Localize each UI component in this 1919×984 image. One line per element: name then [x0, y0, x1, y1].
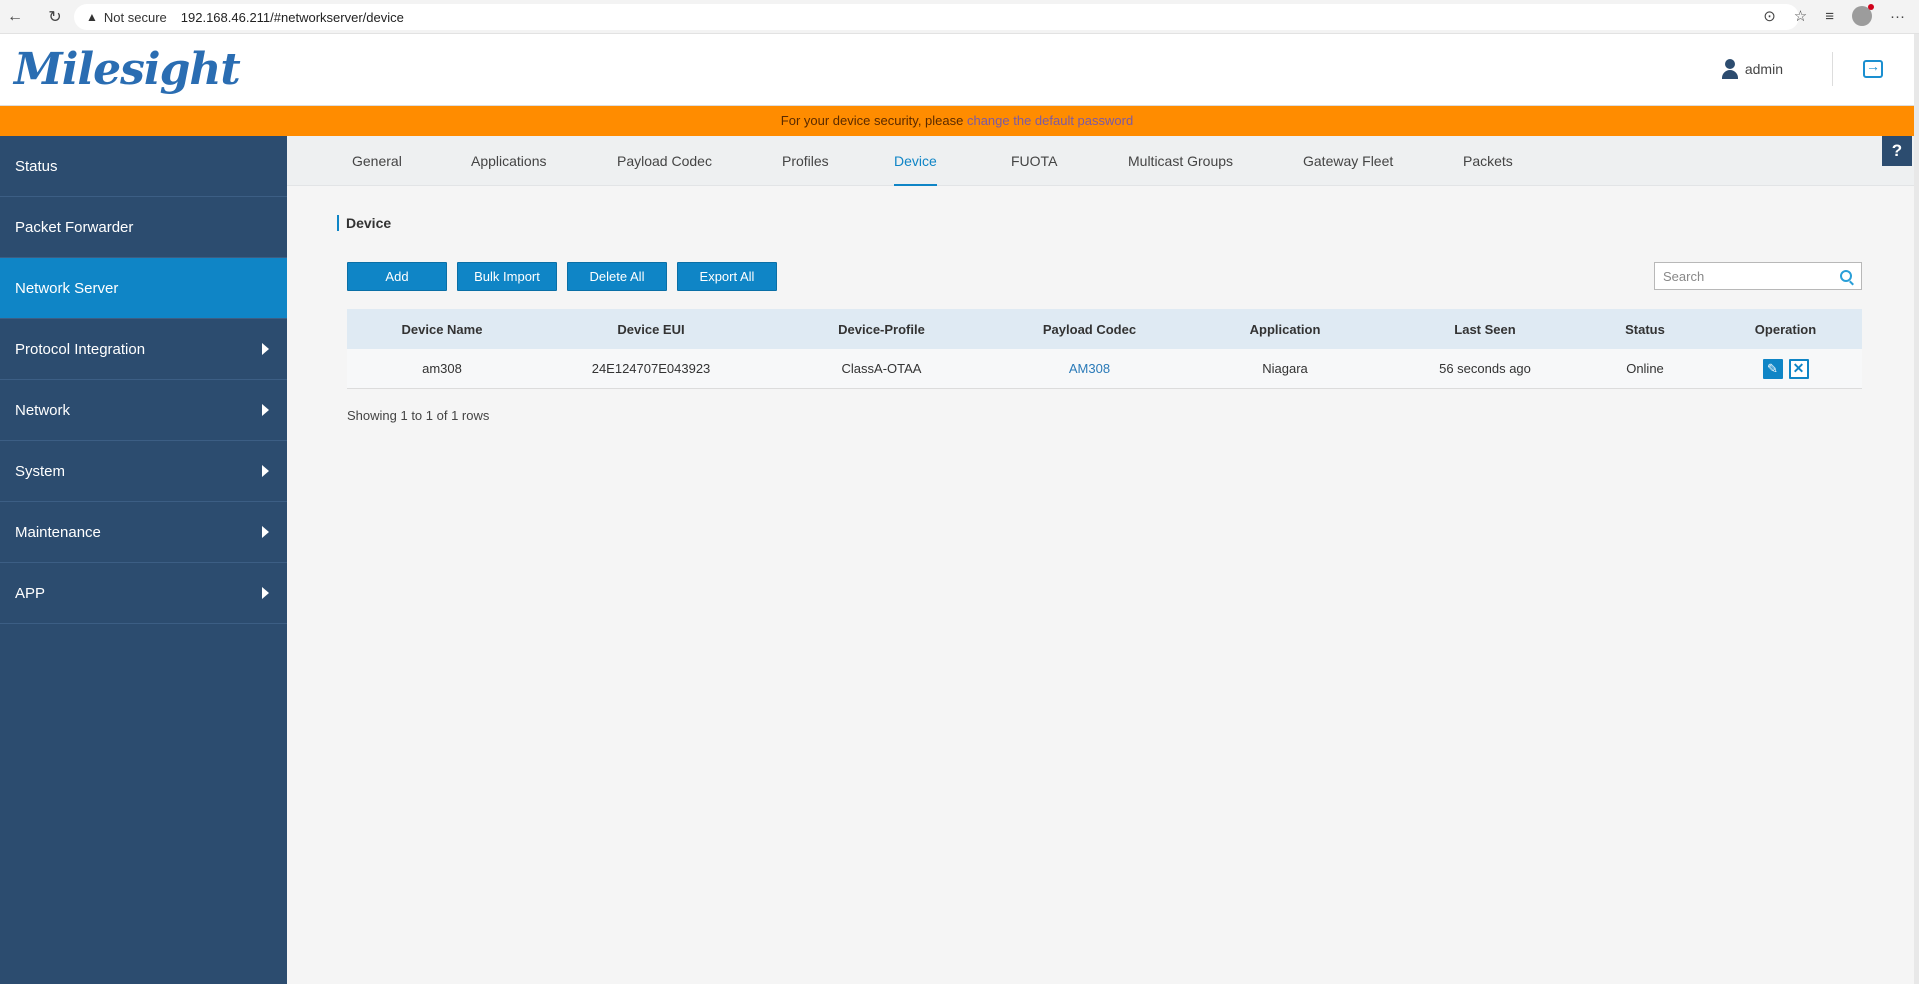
- caret-right-icon: [262, 526, 269, 538]
- browser-toolbar: ← ↻ ▲ Not secure 192.168.46.211/#network…: [0, 0, 1919, 34]
- table-header: Device Name Device EUI Device-Profile Pa…: [347, 309, 1862, 349]
- username: admin: [1744, 61, 1783, 77]
- tab-applications[interactable]: Applications: [471, 136, 547, 186]
- last-seen-cell: 56 seconds ago: [1439, 361, 1531, 376]
- edit-icon[interactable]: ✎: [1762, 358, 1783, 379]
- bulk-import-button[interactable]: Bulk Import: [457, 262, 557, 291]
- banner-text: For your device security, please: [780, 113, 967, 128]
- page-scrollbar[interactable]: [1914, 34, 1919, 984]
- url-text[interactable]: 192.168.46.211/#networkserver/device: [181, 10, 404, 25]
- caret-right-icon: [262, 404, 269, 416]
- reading-icon[interactable]: ⊙: [1763, 7, 1776, 25]
- payload-codec-cell: AM308: [998, 349, 1181, 388]
- header-divider: [1832, 52, 1833, 86]
- tab-general[interactable]: General: [352, 136, 402, 186]
- sidebar-item-label: APP: [15, 584, 46, 602]
- column-header[interactable]: Last Seen: [1389, 309, 1581, 349]
- sidebar-item-label: Status: [15, 157, 58, 175]
- tab-bar: General Applications Payload Codec Profi…: [287, 136, 1914, 186]
- user-menu[interactable]: admin: [1721, 59, 1783, 79]
- main-content: General Applications Payload Codec Profi…: [287, 136, 1914, 984]
- warning-icon: ▲: [86, 10, 98, 24]
- more-icon[interactable]: ···: [1890, 8, 1905, 25]
- tab-payload-codec[interactable]: Payload Codec: [617, 136, 712, 186]
- sidebar-item-label: Maintenance: [15, 523, 101, 541]
- sidebar-item-app[interactable]: APP: [0, 563, 287, 624]
- section-title: Device: [337, 215, 391, 231]
- column-header[interactable]: Device EUI: [537, 309, 765, 349]
- device-name-cell: am308: [422, 361, 462, 376]
- delete-all-button[interactable]: Delete All: [567, 262, 667, 291]
- help-button[interactable]: ?: [1882, 136, 1912, 166]
- security-banner: For your device security, please change …: [0, 106, 1914, 136]
- sidebar-item-label: Network: [15, 401, 71, 419]
- sidebar-item-label: Network Server: [15, 279, 119, 297]
- sidebar-item-protocol-integration[interactable]: Protocol Integration: [0, 319, 287, 380]
- sidebar-item-label: Packet Forwarder: [15, 218, 134, 236]
- status-cell: Online: [1626, 361, 1664, 376]
- pagination-info: Showing 1 to 1 of 1 rows: [347, 408, 490, 423]
- application-cell: Niagara: [1262, 361, 1308, 376]
- sidebar-item-packet-forwarder[interactable]: Packet Forwarder: [0, 197, 287, 258]
- column-header[interactable]: Payload Codec: [998, 309, 1181, 349]
- tab-multicast-groups[interactable]: Multicast Groups: [1128, 136, 1233, 186]
- tab-device[interactable]: Device: [894, 136, 937, 186]
- sidebar-item-system[interactable]: System: [0, 441, 287, 502]
- sidebar-item-network-server[interactable]: Network Server: [0, 258, 287, 319]
- column-header[interactable]: Device Name: [347, 309, 537, 349]
- user-icon: [1721, 59, 1739, 79]
- export-all-button[interactable]: Export All: [677, 262, 777, 291]
- app-header: Milesight admin: [0, 34, 1919, 106]
- milesight-logo: Milesight: [14, 44, 241, 95]
- operation-cell: ✎ ✕: [1709, 349, 1862, 388]
- column-header: Operation: [1754, 321, 1817, 337]
- payload-codec-link[interactable]: AM308: [1069, 361, 1110, 376]
- back-icon[interactable]: ←: [4, 6, 26, 28]
- device-profile-cell: ClassA-OTAA: [841, 361, 922, 376]
- add-button[interactable]: Add: [347, 262, 447, 291]
- caret-right-icon: [262, 465, 269, 477]
- sidebar-item-maintenance[interactable]: Maintenance: [0, 502, 287, 563]
- caret-right-icon: [262, 587, 269, 599]
- favorite-icon[interactable]: ☆: [1794, 7, 1807, 25]
- sidebar: Status Packet Forwarder Network Server P…: [0, 136, 287, 984]
- device-eui-cell: 24E124707E043923: [591, 361, 711, 376]
- favorites-list-icon[interactable]: ≡: [1825, 8, 1834, 25]
- search-icon[interactable]: [1840, 270, 1852, 282]
- security-label: Not secure: [103, 9, 167, 25]
- search-input[interactable]: [1655, 263, 1825, 289]
- profile-icon[interactable]: [1852, 4, 1874, 26]
- device-table: Device Name Device EUI Device-Profile Pa…: [347, 309, 1862, 389]
- reload-icon[interactable]: ↻: [44, 6, 66, 28]
- sidebar-item-label: System: [15, 462, 66, 480]
- table-row: am308 24E124707E043923 ClassA-OTAA AM308…: [347, 349, 1862, 389]
- change-password-link[interactable]: change the default password: [967, 113, 1133, 128]
- search-box: [1654, 262, 1862, 290]
- delete-icon[interactable]: ✕: [1788, 358, 1809, 379]
- sidebar-item-status[interactable]: Status: [0, 136, 287, 197]
- column-header[interactable]: Status: [1581, 309, 1709, 349]
- sidebar-item-network[interactable]: Network: [0, 380, 287, 441]
- caret-right-icon: [262, 343, 269, 355]
- address-bar[interactable]: ▲ Not secure 192.168.46.211/#networkserv…: [74, 4, 1799, 30]
- column-header[interactable]: Device-Profile: [765, 309, 998, 349]
- tab-fuota[interactable]: FUOTA: [1011, 136, 1057, 186]
- column-header[interactable]: Application: [1181, 309, 1389, 349]
- sidebar-item-label: Protocol Integration: [15, 340, 146, 358]
- tab-gateway-fleet[interactable]: Gateway Fleet: [1303, 136, 1393, 186]
- tab-profiles[interactable]: Profiles: [782, 136, 829, 186]
- logout-icon[interactable]: [1863, 58, 1883, 78]
- browser-actions: ⊙ ☆ ≡ ···: [1763, 4, 1905, 26]
- tab-packets[interactable]: Packets: [1463, 136, 1513, 186]
